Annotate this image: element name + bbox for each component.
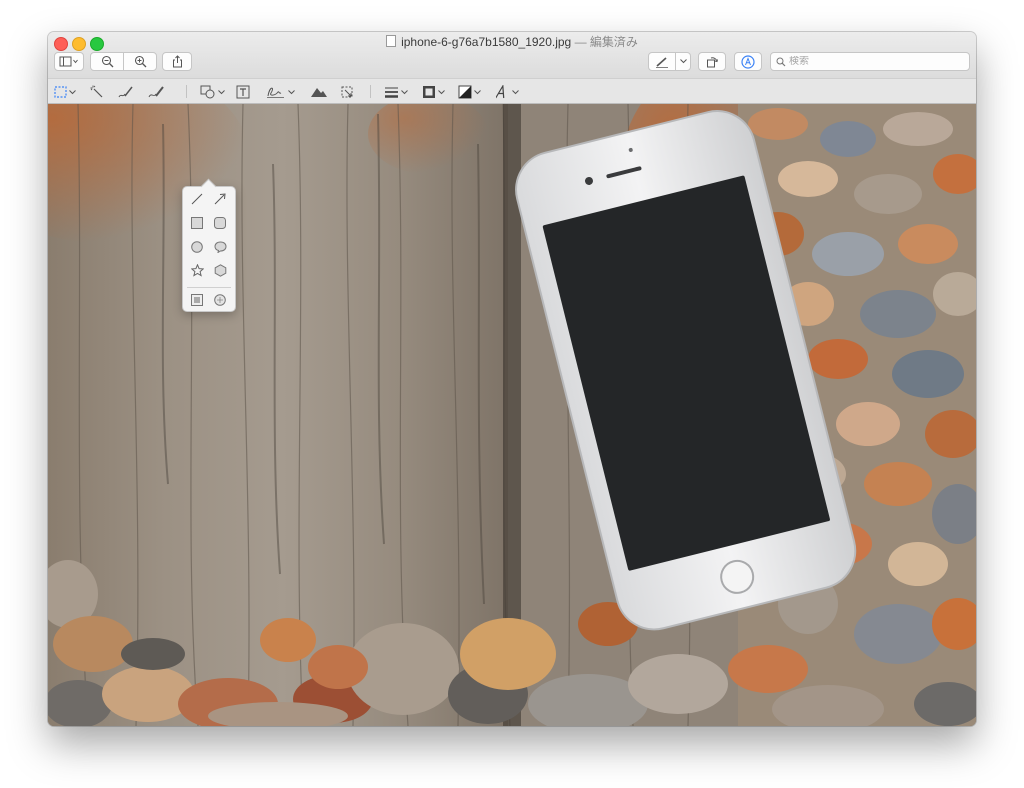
search-input[interactable]	[789, 56, 959, 67]
shape-rounded-rectangle[interactable]	[212, 215, 228, 231]
signature-icon	[267, 87, 284, 98]
chevron-down-icon	[474, 89, 481, 94]
instant-alpha-tool[interactable]	[90, 84, 104, 100]
border-color-icon	[423, 86, 435, 98]
sketch-tool[interactable]	[118, 84, 134, 100]
shape-loupe[interactable]	[212, 292, 228, 308]
title-bar: iphone-6-g76a7b1580_1920.jpg — 編集済み	[48, 32, 976, 78]
shape-line[interactable]	[189, 191, 205, 207]
oval-icon	[191, 241, 203, 253]
fill-color-icon	[458, 85, 472, 99]
image-canvas[interactable]	[48, 104, 976, 726]
chevron-down-icon	[218, 89, 225, 94]
chevron-down-icon	[401, 89, 408, 94]
toolbar-separator	[370, 85, 371, 98]
fill-color-tool[interactable]	[458, 84, 481, 100]
sidebar-icon	[59, 56, 78, 67]
markup-pen-menu-button[interactable]	[675, 52, 691, 71]
zoom-in-button[interactable]	[123, 52, 157, 71]
draw-icon	[148, 86, 164, 98]
chevron-down-icon	[288, 89, 295, 94]
sign-tool[interactable]	[266, 84, 295, 100]
rectangular-selection-icon	[54, 86, 67, 98]
magic-wand-icon	[90, 85, 103, 98]
text-box-icon	[236, 85, 250, 99]
line-icon	[191, 193, 203, 205]
document-icon	[386, 35, 397, 47]
rotate-icon	[706, 57, 718, 68]
adjust-color-icon	[311, 88, 327, 97]
window-title-status: — 編集済み	[571, 35, 638, 49]
window-title-text: iphone-6-g76a7b1580_1920.jpg	[401, 35, 572, 49]
adjust-size-tool[interactable]	[340, 84, 354, 100]
shape-rectangle[interactable]	[189, 215, 205, 231]
mask-icon	[191, 294, 203, 306]
text-style-tool[interactable]	[496, 84, 519, 100]
search-icon	[776, 57, 786, 66]
search-field[interactable]	[770, 52, 970, 71]
sketch-icon	[118, 86, 133, 98]
shapes-tool[interactable]	[200, 84, 225, 100]
markup-toolbar-toggle-button[interactable]	[734, 52, 762, 71]
speech-bubble-icon	[213, 241, 227, 253]
zoom-out-icon	[101, 55, 113, 68]
chevron-down-icon	[679, 59, 687, 64]
preview-window: iphone-6-g76a7b1580_1920.jpg — 編集済み	[48, 32, 976, 726]
shapes-popover	[182, 178, 236, 312]
rotate-button[interactable]	[698, 52, 726, 71]
shape-speech-bubble[interactable]	[212, 239, 228, 255]
share-icon	[172, 55, 182, 68]
share-button[interactable]	[162, 52, 192, 71]
draw-tool[interactable]	[148, 84, 166, 100]
rectangle-icon	[191, 217, 203, 229]
pen-icon	[656, 56, 668, 68]
markup-icon	[741, 54, 755, 69]
toolbar-separator	[186, 85, 187, 98]
polygon-icon	[214, 263, 226, 277]
chevron-down-icon	[438, 89, 445, 94]
shape-mask[interactable]	[189, 292, 205, 308]
zoom-out-button[interactable]	[90, 52, 124, 71]
rectangular-selection-tool[interactable]	[54, 84, 76, 100]
popover-divider	[187, 287, 231, 288]
shape-star[interactable]	[189, 262, 205, 278]
adjust-size-icon	[341, 86, 353, 98]
shape-arrow[interactable]	[212, 191, 228, 207]
chevron-down-icon	[69, 89, 76, 94]
shape-style-tool[interactable]	[384, 84, 408, 100]
markup-toolbar	[48, 78, 976, 104]
shape-polygon[interactable]	[212, 262, 228, 278]
markup-pen-button[interactable]	[648, 52, 676, 71]
star-icon	[190, 263, 204, 277]
text-tool[interactable]	[236, 84, 250, 100]
line-style-icon	[385, 87, 398, 98]
border-color-tool[interactable]	[422, 84, 445, 100]
loupe-icon	[214, 294, 226, 306]
sidebar-toggle-button[interactable]	[54, 52, 84, 71]
chevron-down-icon	[512, 89, 519, 94]
arrow-icon	[214, 193, 226, 205]
window-title: iphone-6-g76a7b1580_1920.jpg — 編集済み	[48, 35, 976, 49]
rounded-rectangle-icon	[214, 217, 226, 229]
shapes-icon	[200, 85, 215, 99]
shape-oval[interactable]	[189, 239, 205, 255]
adjust-color-tool[interactable]	[310, 84, 328, 100]
zoom-in-icon	[134, 55, 146, 68]
text-style-icon	[496, 85, 505, 99]
